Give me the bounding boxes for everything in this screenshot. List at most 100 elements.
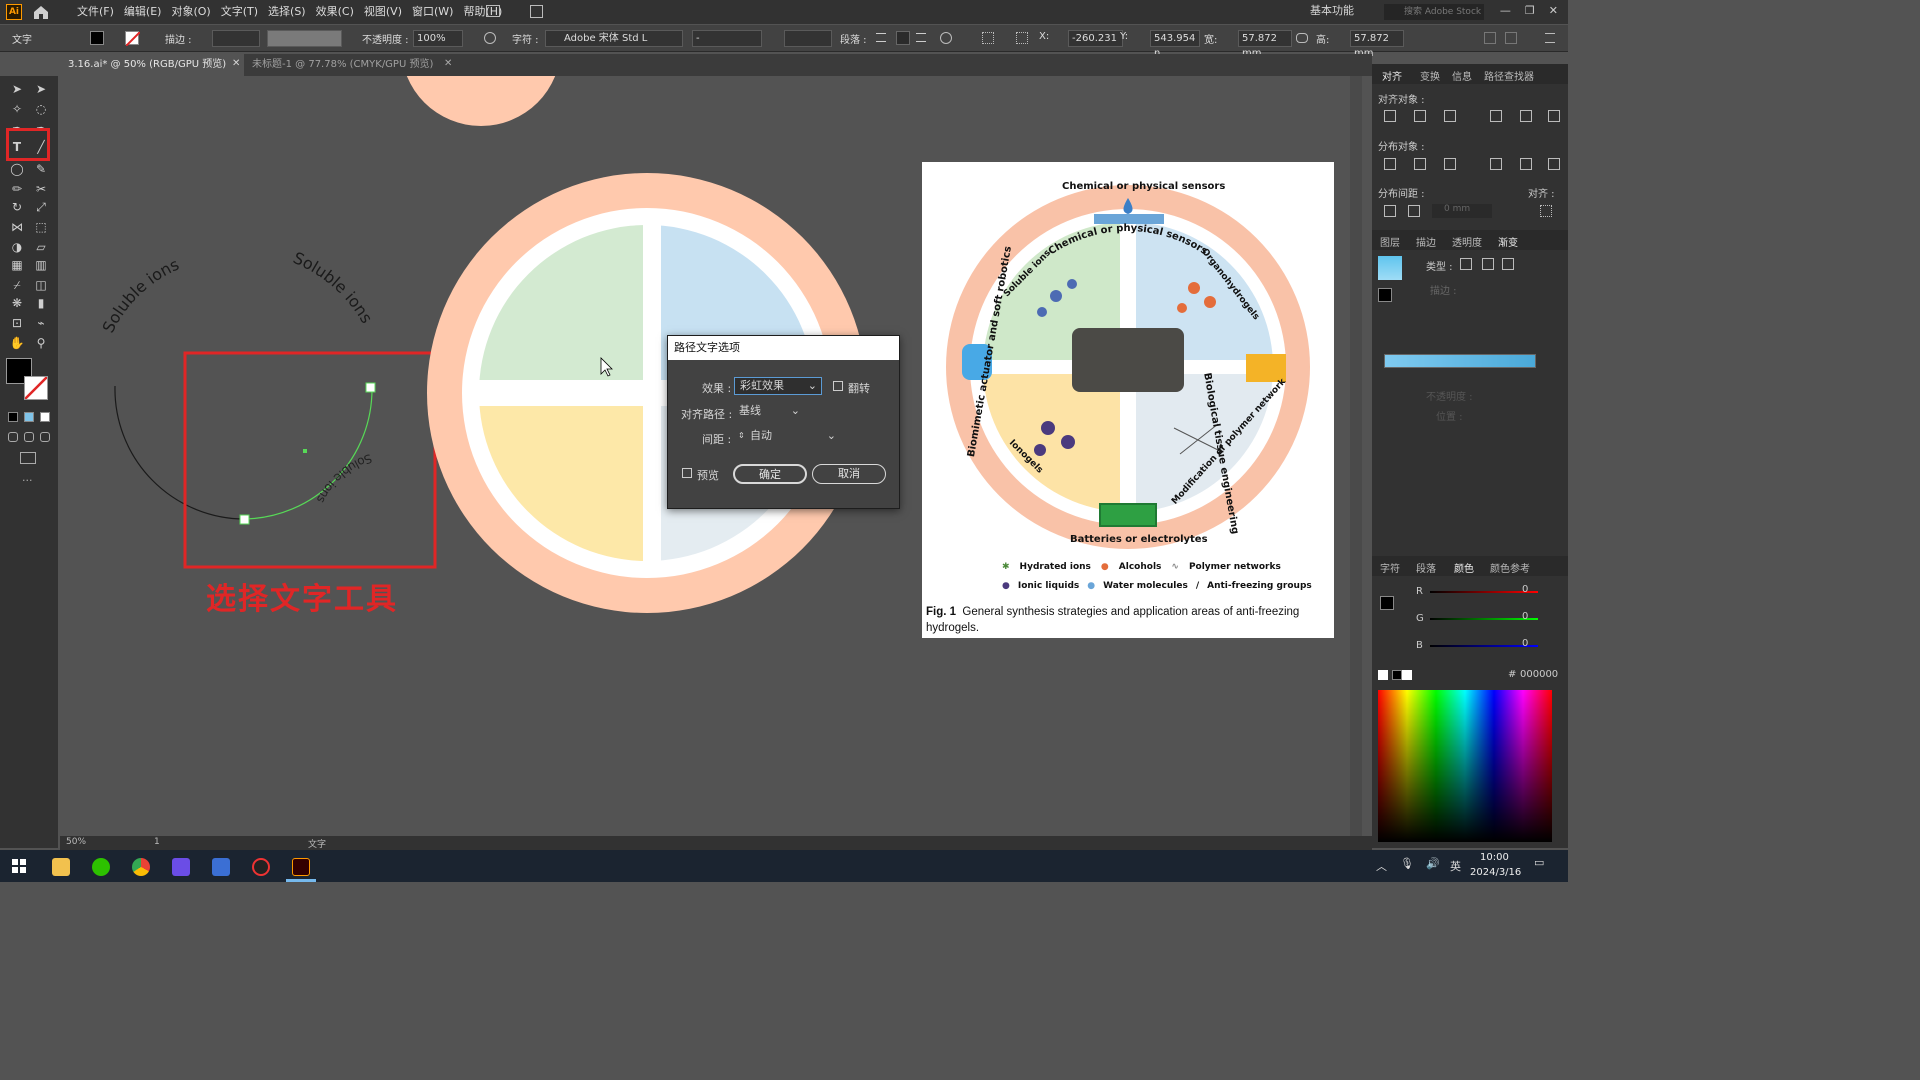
ime-indicator[interactable]: 英 [1450,858,1461,874]
distribute-hcenter-icon[interactable] [1520,158,1532,170]
font-size-input[interactable] [784,30,832,47]
vertical-spacing-icon[interactable] [1384,205,1396,217]
blend-icon[interactable]: ◫ [32,276,50,294]
recorder-icon[interactable] [252,858,270,876]
pencil-icon[interactable]: ✏ [8,180,26,198]
height-input[interactable]: 57.872 mm [1350,30,1404,59]
symbol-sprayer-icon[interactable]: ❋ [8,294,26,312]
tab-align[interactable]: 对齐 [1382,68,1402,83]
hex-value[interactable]: 000000 [1520,669,1558,680]
variable-width-profile[interactable] [267,30,342,47]
align-right-icon[interactable] [916,33,926,42]
app-icon[interactable] [212,858,230,876]
stroke-weight-input[interactable] [212,30,260,47]
tray-chevron-icon[interactable]: ︿ [1376,858,1387,874]
stroke-swatch[interactable] [125,31,141,47]
vertical-scrollbar[interactable] [1350,76,1362,836]
r-value[interactable]: 0 [1522,584,1528,595]
shape-builder-icon[interactable]: ◑ [8,238,26,256]
volume-icon[interactable]: 🔊 [1426,857,1440,870]
close-icon[interactable]: ✕ [232,58,240,69]
mesh-icon[interactable]: ▦ [8,256,26,274]
g-value[interactable]: 0 [1522,611,1528,622]
screen-mode-icon[interactable] [20,452,36,464]
workspace-switcher[interactable]: 基本功能 [1310,0,1354,22]
eyedropper-icon[interactable]: ⌿ [8,276,26,294]
zoom-level[interactable]: 50% [66,837,86,847]
tab-pathfinder[interactable]: 路径查找器 [1484,68,1534,83]
control-menu-icon[interactable] [1545,33,1555,43]
none-swatch[interactable] [1378,670,1388,680]
illustrator-taskbar-icon[interactable] [292,858,310,876]
color-fill-swatch[interactable] [1380,596,1394,610]
feather-app-icon[interactable] [172,858,190,876]
align-bottom-icon[interactable] [1548,110,1560,122]
home-icon[interactable] [32,4,50,20]
tab-color-guide[interactable]: 颜色参考 [1490,560,1530,575]
slice-icon[interactable]: ⌁ [32,314,50,332]
distribute-bottom-icon[interactable] [1444,158,1456,170]
selection-tool-icon[interactable]: ➤ [8,80,26,98]
direct-selection-tool-icon[interactable]: ➤ [32,80,50,98]
align-center-icon[interactable] [896,31,910,45]
tab-transparency[interactable]: 透明度 [1452,234,1482,249]
perspective-icon[interactable]: ▱ [32,238,50,256]
gradient-fill-swatch[interactable] [1378,288,1392,302]
y-input[interactable]: 543.954 n [1150,30,1200,59]
hand-tool-icon[interactable]: ✋ [8,334,26,352]
none-mode-icon[interactable] [40,412,50,422]
rotate-icon[interactable]: ↻ [8,198,26,216]
magic-wand-icon[interactable]: ✧ [8,100,26,118]
draw-inside-icon[interactable] [40,432,50,442]
gradient-preview[interactable] [1378,256,1402,280]
draw-normal-icon[interactable] [8,432,18,442]
minimize-icon[interactable]: — [1500,0,1511,22]
color-spectrum[interactable] [1378,690,1552,842]
preview-checkbox[interactable] [682,468,692,478]
recolor-icon[interactable] [484,32,496,44]
width-input[interactable]: 57.872 mm [1238,30,1292,59]
tab-layers[interactable]: 图层 [1380,234,1400,249]
file-explorer-icon[interactable] [52,858,70,876]
more-tools-icon[interactable]: ··· [22,474,33,487]
zoom-tool-icon[interactable]: ⚲ [32,334,50,352]
color-mode-icon[interactable] [8,412,18,422]
spacing-input[interactable]: 0 mm [1432,204,1492,218]
tab-info[interactable]: 信息 [1452,68,1472,83]
reference-point-icon[interactable] [1016,32,1028,44]
align-select[interactable]: 基线 ⌄ [734,403,804,421]
lasso-icon[interactable]: ◌ [32,100,50,118]
tab-untitled-1[interactable]: 未标题-1 @ 77.78% (CMYK/GPU 预览) [244,54,456,76]
distribute-left-icon[interactable] [1490,158,1502,170]
tab-stroke[interactable]: 描边 [1416,234,1436,249]
align-right-icon[interactable] [1444,110,1456,122]
menu-type[interactable]: 文字(T) [216,0,263,24]
stepper-icon[interactable]: ⇕ [738,428,745,444]
cancel-button[interactable]: 取消 [812,464,886,484]
restore-icon[interactable]: ❐ [1525,0,1535,22]
b-value[interactable]: 0 [1522,638,1528,649]
clock-time[interactable]: 10:00 [1480,852,1509,863]
x-input[interactable]: -260.231 [1068,30,1123,47]
gradient-slider[interactable] [1384,354,1536,368]
scissors-icon[interactable]: ✂ [32,180,50,198]
align-left-icon[interactable] [876,33,886,42]
close-icon[interactable]: ✕ [444,58,452,69]
menu-view[interactable]: 视图(V) [359,0,407,24]
menu-file[interactable]: 文件(F) [72,0,119,24]
clock-date[interactable]: 2024/3/16 [1470,867,1521,878]
close-icon[interactable]: ✕ [1549,0,1558,22]
paintbrush-icon[interactable]: ✎ [32,160,50,178]
arrange-docs-icon[interactable] [486,5,500,17]
align-top-icon[interactable] [1490,110,1502,122]
microphone-icon[interactable]: 🎙 [1400,857,1414,870]
arrange-icon[interactable] [1505,32,1517,44]
windows-start-icon[interactable] [12,859,26,873]
distribute-top-icon[interactable] [1384,158,1396,170]
draw-behind-icon[interactable] [24,432,34,442]
align-to-selection-icon[interactable] [1540,205,1552,217]
free-transform-icon[interactable]: ⬚ [32,218,50,236]
tab-transform[interactable]: 变换 [1420,68,1440,83]
effect-select[interactable]: 彩虹效果 ⌄ [734,377,822,395]
gradient-tool-icon[interactable]: ▥ [32,256,50,274]
